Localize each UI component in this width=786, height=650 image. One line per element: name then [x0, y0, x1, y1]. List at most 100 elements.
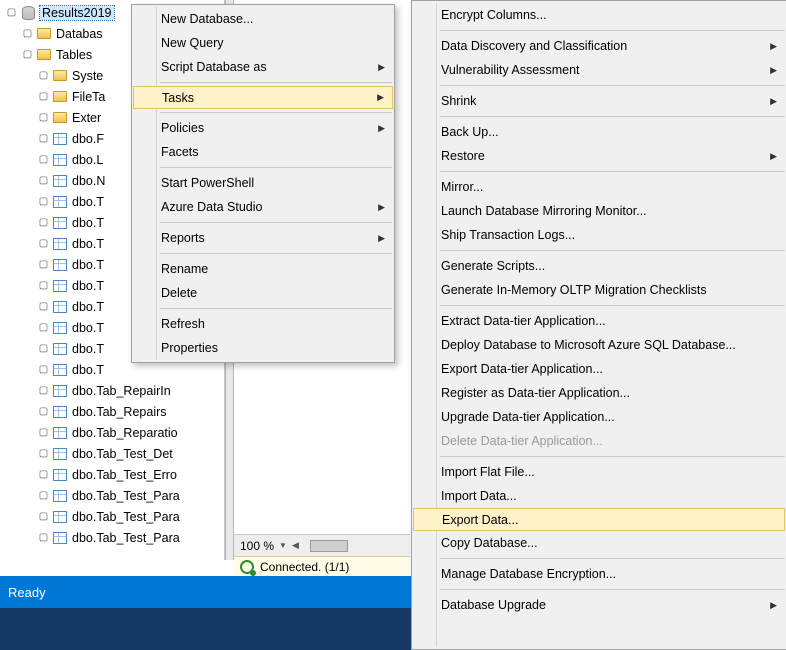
- expand-icon[interactable]: ▢: [22, 28, 33, 39]
- menu-register-dac[interactable]: Register as Data-tier Application...: [413, 381, 785, 405]
- submenu-arrow-icon: ▶: [378, 123, 385, 134]
- menu-database-upgrade[interactable]: Database Upgrade▶: [413, 593, 785, 617]
- scroll-left-icon[interactable]: ◀: [292, 540, 299, 551]
- table-label: dbo.Tab_Test_Erro: [72, 468, 177, 482]
- expand-icon[interactable]: ▢: [38, 112, 49, 123]
- tree-node-table[interactable]: ▢ dbo.Tab_Test_Para: [0, 485, 224, 506]
- menu-generate-scripts[interactable]: Generate Scripts...: [413, 254, 785, 278]
- tree-node-table[interactable]: ▢ dbo.Tab_Test_Erro: [0, 464, 224, 485]
- context-menu-database[interactable]: New Database... New Query Script Databas…: [131, 4, 395, 363]
- menu-export-dac[interactable]: Export Data-tier Application...: [413, 357, 785, 381]
- menu-deploy-azure[interactable]: Deploy Database to Microsoft Azure SQL D…: [413, 333, 785, 357]
- table-icon: [52, 173, 68, 189]
- tree-node-table[interactable]: ▢ dbo.Tab_Reparatio: [0, 422, 224, 443]
- menu-start-powershell[interactable]: Start PowerShell: [133, 171, 393, 195]
- submenu-tasks[interactable]: Encrypt Columns... Data Discovery and Cl…: [411, 0, 786, 650]
- table-icon: [52, 194, 68, 210]
- menu-separator: [440, 30, 785, 31]
- expand-icon[interactable]: ▢: [38, 322, 49, 333]
- horizontal-scrollbar-thumb[interactable]: [310, 540, 348, 552]
- menu-data-discovery[interactable]: Data Discovery and Classification▶: [413, 34, 785, 58]
- table-icon: [52, 530, 68, 546]
- expand-icon[interactable]: ▢: [38, 448, 49, 459]
- expand-icon[interactable]: ▢: [38, 280, 49, 291]
- submenu-arrow-icon: ▶: [378, 233, 385, 244]
- menu-copy-database[interactable]: Copy Database...: [413, 531, 785, 555]
- menu-separator: [160, 308, 392, 309]
- connection-status-bar: Connected. (1/1): [234, 556, 410, 576]
- zoom-toolbar: 100 % ▼ ◀: [234, 534, 410, 556]
- expand-icon[interactable]: ▢: [38, 70, 49, 81]
- menu-tasks[interactable]: Tasks▶: [133, 86, 393, 109]
- menu-azure-data-studio[interactable]: Azure Data Studio▶: [133, 195, 393, 219]
- menu-encrypt-columns[interactable]: Encrypt Columns...: [413, 3, 785, 27]
- dropdown-icon[interactable]: ▼: [279, 541, 287, 550]
- table-label: dbo.Tab_Reparatio: [72, 426, 178, 440]
- expand-icon[interactable]: ▢: [38, 406, 49, 417]
- tree-node-table[interactable]: ▢dbo.Tab_Repairs: [0, 401, 224, 422]
- menu-facets[interactable]: Facets: [133, 140, 393, 164]
- expand-icon[interactable]: ▢: [38, 343, 49, 354]
- connection-text: Connected. (1/1): [260, 560, 349, 574]
- status-text: Ready: [8, 585, 46, 600]
- menu-import-data[interactable]: Import Data...: [413, 484, 785, 508]
- expand-icon[interactable]: ▢: [38, 469, 49, 480]
- table-icon: [52, 320, 68, 336]
- expand-icon[interactable]: ▢: [38, 175, 49, 186]
- menu-reports[interactable]: Reports▶: [133, 226, 393, 250]
- menu-generate-oltp[interactable]: Generate In-Memory OLTP Migration Checkl…: [413, 278, 785, 302]
- table-icon: [52, 299, 68, 315]
- menu-mirror[interactable]: Mirror...: [413, 175, 785, 199]
- menu-new-database[interactable]: New Database...: [133, 7, 393, 31]
- zoom-value[interactable]: 100 %: [240, 539, 274, 553]
- menu-upgrade-dac[interactable]: Upgrade Data-tier Application...: [413, 405, 785, 429]
- expand-icon[interactable]: ▢: [38, 511, 49, 522]
- tree-node-table[interactable]: ▢ dbo.Tab_Test_Para: [0, 506, 224, 527]
- menu-restore[interactable]: Restore▶: [413, 144, 785, 168]
- menu-import-flat-file[interactable]: Import Flat File...: [413, 460, 785, 484]
- menu-delete[interactable]: Delete: [133, 281, 393, 305]
- expand-icon[interactable]: ▢: [38, 385, 49, 396]
- menu-launch-mirror-monitor[interactable]: Launch Database Mirroring Monitor...: [413, 199, 785, 223]
- folder-label: Databas: [56, 27, 103, 41]
- menu-separator: [440, 305, 785, 306]
- menu-new-query[interactable]: New Query: [133, 31, 393, 55]
- table-label: dbo.T: [72, 321, 104, 335]
- menu-extract-dac[interactable]: Extract Data-tier Application...: [413, 309, 785, 333]
- menu-ship-transaction-logs[interactable]: Ship Transaction Logs...: [413, 223, 785, 247]
- table-label: dbo.Tab_Test_Para: [72, 510, 180, 524]
- expand-icon[interactable]: ▢: [38, 238, 49, 249]
- expand-icon[interactable]: ▢: [38, 259, 49, 270]
- collapse-icon[interactable]: ▢: [22, 49, 33, 60]
- menu-export-data[interactable]: Export Data...: [413, 508, 785, 531]
- menu-shrink[interactable]: Shrink▶: [413, 89, 785, 113]
- expand-icon[interactable]: ▢: [38, 154, 49, 165]
- expand-icon[interactable]: ▢: [38, 217, 49, 228]
- table-label: dbo.Tab_Test_Para: [72, 489, 180, 503]
- table-label: dbo.T: [72, 195, 104, 209]
- table-label: dbo.T: [72, 216, 104, 230]
- tree-node-table[interactable]: ▢dbo.Tab_RepairIn: [0, 380, 224, 401]
- expand-icon[interactable]: ▢: [38, 91, 49, 102]
- menu-back-up[interactable]: Back Up...: [413, 120, 785, 144]
- menu-vulnerability-assessment[interactable]: Vulnerability Assessment▶: [413, 58, 785, 82]
- table-icon: [52, 152, 68, 168]
- menu-properties[interactable]: Properties: [133, 336, 393, 360]
- expand-icon[interactable]: ▢: [38, 196, 49, 207]
- expand-icon[interactable]: ▢: [38, 427, 49, 438]
- menu-rename[interactable]: Rename: [133, 257, 393, 281]
- menu-policies[interactable]: Policies▶: [133, 116, 393, 140]
- table-label: dbo.N: [72, 174, 105, 188]
- expand-icon[interactable]: ▢: [38, 490, 49, 501]
- expand-icon[interactable]: ▢: [38, 532, 49, 543]
- menu-script-database-as[interactable]: Script Database as▶: [133, 55, 393, 79]
- menu-refresh[interactable]: Refresh: [133, 312, 393, 336]
- expand-icon[interactable]: ▢: [38, 133, 49, 144]
- menu-manage-encryption[interactable]: Manage Database Encryption...: [413, 562, 785, 586]
- tree-node-table[interactable]: ▢dbo.Tab_Test_Para: [0, 527, 224, 548]
- expand-icon[interactable]: ▢: [38, 364, 49, 375]
- collapse-icon[interactable]: ▢: [6, 7, 17, 18]
- tree-node-table[interactable]: ▢dbo.Tab_Test_Det: [0, 443, 224, 464]
- table-icon: [52, 488, 68, 504]
- expand-icon[interactable]: ▢: [38, 301, 49, 312]
